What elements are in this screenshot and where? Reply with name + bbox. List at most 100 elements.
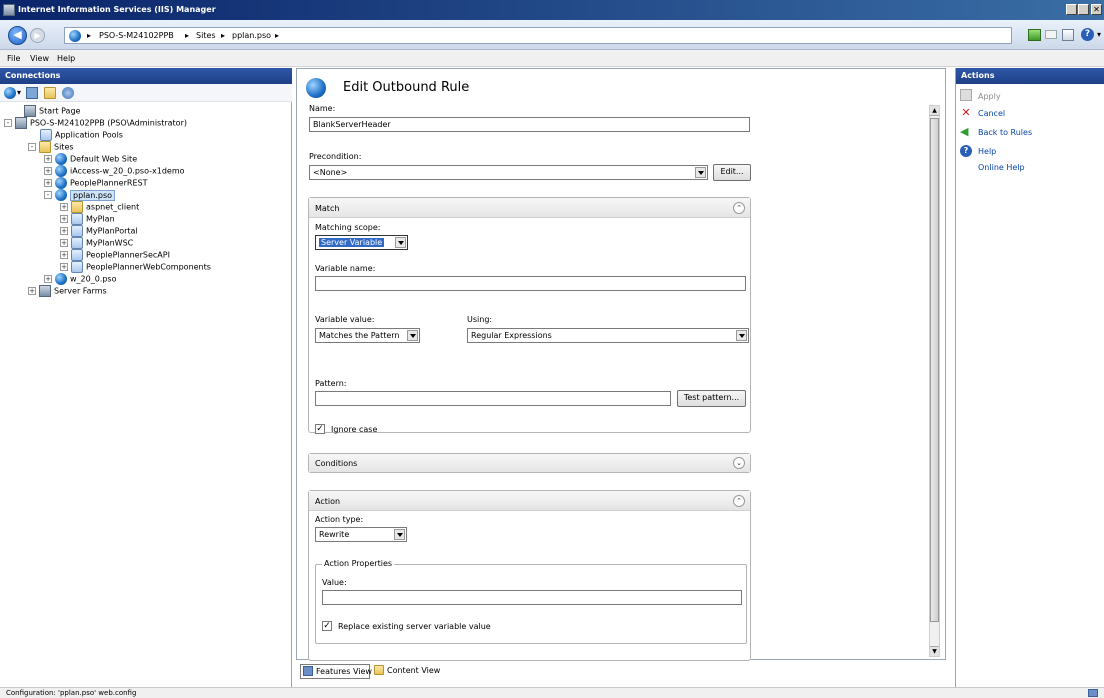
- action-header[interactable]: Action ⌃: [309, 491, 750, 511]
- conditions-section: Conditions ⌄: [308, 453, 751, 473]
- tree-item-server-farms[interactable]: + Server Farms: [28, 285, 107, 297]
- breadcrumb-site[interactable]: pplan.pso: [232, 31, 271, 40]
- collapse-icon[interactable]: -: [4, 119, 12, 127]
- replace-existing-checkbox[interactable]: ✓: [322, 621, 332, 631]
- tree-item-site[interactable]: + Default Web Site: [44, 153, 137, 165]
- collapse-chevron-icon[interactable]: ⌃: [733, 202, 745, 214]
- conditions-header[interactable]: Conditions ⌄: [309, 454, 750, 472]
- tab-features-view[interactable]: Features View: [300, 664, 372, 679]
- view-tabs: Features View Content View: [296, 662, 946, 682]
- expand-icon[interactable]: +: [44, 275, 52, 283]
- menu-file[interactable]: File: [7, 54, 20, 63]
- back-button[interactable]: ◀: [8, 26, 27, 45]
- expand-icon[interactable]: +: [60, 227, 68, 235]
- home-icon[interactable]: [1062, 29, 1074, 41]
- expand-icon[interactable]: +: [44, 167, 52, 175]
- collapse-icon[interactable]: -: [44, 191, 52, 199]
- expand-icon[interactable]: +: [44, 155, 52, 163]
- edit-precondition-button[interactable]: Edit...: [713, 164, 751, 181]
- expand-icon[interactable]: +: [60, 239, 68, 247]
- tree-item-site-selected[interactable]: - pplan.pso: [44, 189, 116, 201]
- expand-chevron-icon[interactable]: ⌄: [733, 457, 745, 469]
- tree-item-app[interactable]: + MyPlanWSC: [60, 237, 133, 249]
- action-cancel[interactable]: Cancel: [978, 109, 1005, 118]
- pattern-field[interactable]: [315, 391, 671, 406]
- action-online-help[interactable]: Online Help: [978, 163, 1025, 172]
- vertical-scrollbar[interactable]: ▲ ▼: [929, 105, 940, 657]
- save-icon[interactable]: [26, 87, 38, 99]
- tree-item-label: MyPlanWSC: [86, 238, 134, 248]
- precondition-select[interactable]: <None>: [309, 165, 708, 180]
- expand-icon[interactable]: +: [44, 179, 52, 187]
- tree-item-app[interactable]: + PeoplePlannerSecAPI: [60, 249, 170, 261]
- pattern-label: Pattern:: [315, 379, 347, 388]
- tree-item[interactable]: Start Page: [24, 105, 80, 117]
- connect-icon[interactable]: [1028, 29, 1041, 41]
- action-back-to-rules[interactable]: Back to Rules: [978, 128, 1032, 137]
- scroll-thumb[interactable]: [930, 118, 939, 622]
- replace-existing-label[interactable]: Replace existing server variable value: [338, 622, 491, 631]
- value-field[interactable]: [322, 590, 742, 605]
- site-globe-icon: [55, 177, 67, 189]
- tree-item-label: PeoplePlannerREST: [70, 178, 148, 188]
- variable-name-field[interactable]: [315, 276, 746, 291]
- tree-item-site[interactable]: + w_20_0.pso: [44, 273, 117, 285]
- dropdown-arrow-icon[interactable]: ▾: [17, 88, 21, 97]
- menu-view[interactable]: View: [30, 54, 49, 63]
- match-header[interactable]: Match ⌃: [309, 198, 750, 218]
- tree-item-sites[interactable]: - Sites: [28, 141, 74, 153]
- scroll-up-button[interactable]: ▲: [930, 106, 939, 116]
- test-pattern-button[interactable]: Test pattern...: [677, 390, 746, 407]
- ignore-case-label[interactable]: Ignore case: [331, 425, 377, 434]
- close-button[interactable]: ✕: [1091, 4, 1102, 15]
- tree-item-app[interactable]: + MyPlanPortal: [60, 225, 138, 237]
- value-label: Value:: [322, 578, 347, 587]
- actions-header: Actions: [956, 68, 1104, 84]
- tree-item-site[interactable]: + iAccess-w_20_0.pso-x1demo: [44, 165, 185, 177]
- tree-item-app[interactable]: + PeoplePlannerWebComponents: [60, 261, 211, 273]
- collapse-chevron-icon[interactable]: ⌃: [733, 495, 745, 507]
- menu-help[interactable]: Help: [57, 54, 75, 63]
- create-connection-icon[interactable]: [4, 87, 16, 99]
- action-type-select[interactable]: Rewrite: [315, 527, 407, 542]
- maximize-button[interactable]: [1078, 4, 1089, 15]
- expand-icon[interactable]: +: [60, 203, 68, 211]
- tree-item-server[interactable]: - PSO-S-M24102PPB (PSO\Administrator): [4, 117, 187, 129]
- expand-icon[interactable]: +: [60, 215, 68, 223]
- breadcrumb-server[interactable]: PSO-S-M24102PPB: [99, 31, 174, 40]
- tree-item-folder[interactable]: + aspnet_client: [60, 201, 139, 213]
- tree-item-app[interactable]: + MyPlan: [60, 213, 115, 225]
- tree-item-site[interactable]: + PeoplePlannerREST: [44, 177, 147, 189]
- precondition-label: Precondition:: [309, 152, 362, 161]
- up-level-icon[interactable]: [44, 87, 56, 99]
- name-field[interactable]: BlankServerHeader: [309, 117, 750, 132]
- forward-button[interactable]: ▶: [30, 28, 45, 43]
- connections-toolbar: ▾: [0, 84, 292, 102]
- tab-content-view[interactable]: Content View: [372, 664, 442, 679]
- help-toolbar-icon[interactable]: ?: [1081, 28, 1094, 41]
- action-apply[interactable]: Apply: [978, 92, 1001, 101]
- tab-features-label: Features View: [316, 667, 372, 676]
- matching-scope-select[interactable]: Server Variable: [315, 235, 408, 250]
- scroll-down-button[interactable]: ▼: [930, 646, 939, 656]
- connections-pane: Connections ▾ Start Page - PSO-S-M24102PP…: [0, 68, 292, 687]
- expand-icon[interactable]: +: [60, 251, 68, 259]
- using-select[interactable]: Regular Expressions: [467, 328, 749, 343]
- web-app-icon: [71, 249, 83, 261]
- mail-icon[interactable]: [1045, 30, 1057, 39]
- breadcrumb-sites[interactable]: Sites: [196, 31, 216, 40]
- expand-icon[interactable]: +: [28, 287, 36, 295]
- help-dropdown-icon[interactable]: ▾: [1097, 30, 1101, 39]
- actions-title: Actions: [961, 71, 995, 80]
- editor-panel: Edit Outbound Rule Name: BlankServerHead…: [296, 68, 946, 661]
- collapse-icon[interactable]: -: [28, 143, 36, 151]
- variable-value-select[interactable]: Matches the Pattern: [315, 328, 420, 343]
- minimize-button[interactable]: [1066, 4, 1077, 15]
- action-help[interactable]: Help: [978, 147, 996, 156]
- tree-item-app-pools[interactable]: Application Pools: [40, 129, 123, 141]
- expand-icon[interactable]: +: [60, 263, 68, 271]
- address-field[interactable]: ▸ PSO-S-M24102PPB ▸ Sites ▸ pplan.pso ▸: [64, 27, 1012, 44]
- features-view-icon: [303, 666, 313, 676]
- ignore-case-checkbox[interactable]: ✓: [315, 424, 325, 434]
- disconnect-icon[interactable]: [62, 87, 74, 99]
